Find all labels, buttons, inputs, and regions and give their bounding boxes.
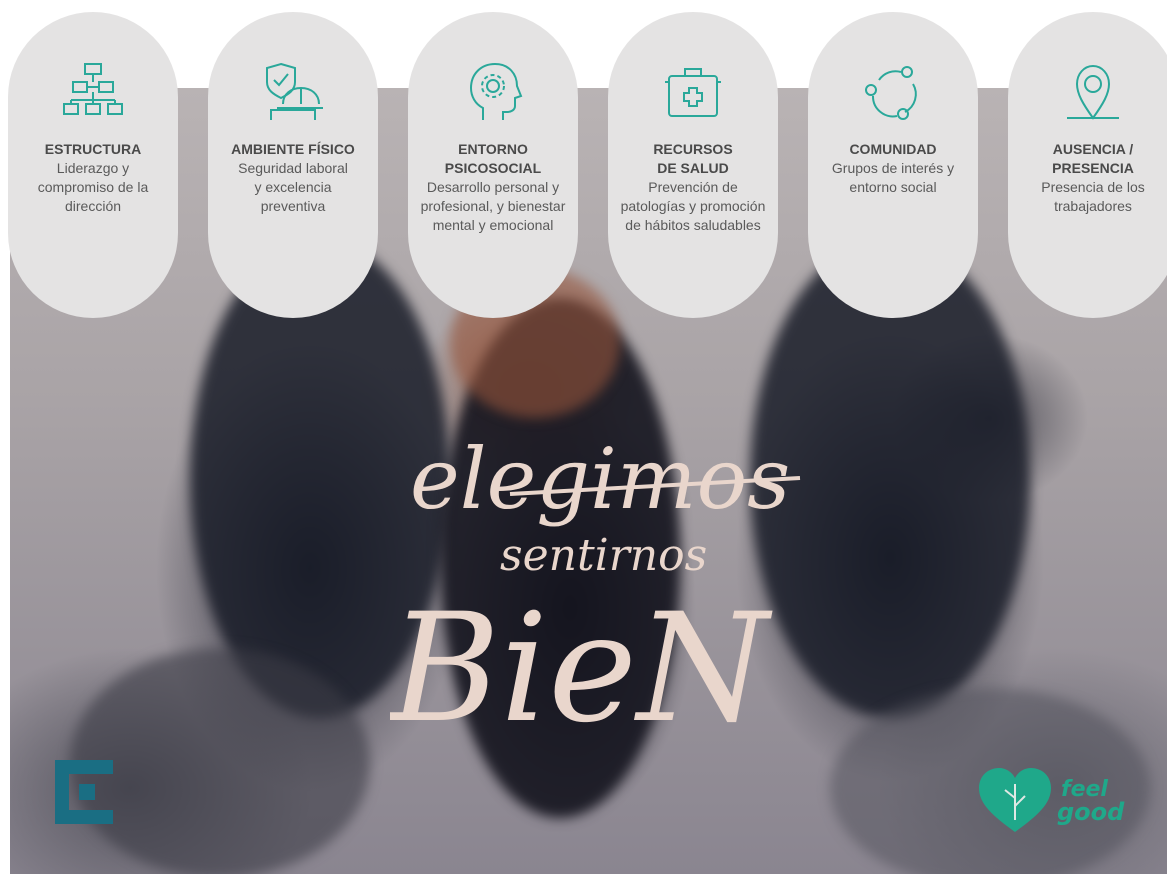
- pillar-description: Desarrollo personal y profesional, y bie…: [420, 179, 566, 233]
- slogan-line-2: sentirnos: [500, 530, 707, 581]
- head-gear-icon: [461, 60, 525, 124]
- slogan: elegimos sentirnos BieN: [387, 420, 830, 756]
- pillar-ausencia-presencia: AUSENCIA / PRESENCIA Presencia de los tr…: [1008, 12, 1167, 318]
- pillar-title: AMBIENTE FÍSICO: [231, 141, 355, 157]
- pillar-ambiente-fisico: AMBIENTE FÍSICO Seguridad laboral y exce…: [208, 12, 378, 318]
- pillar-description: Prevención de patologías y promoción de …: [620, 179, 766, 233]
- org-chart-icon: [61, 60, 125, 124]
- first-aid-kit-icon: [661, 60, 725, 124]
- community-circle-icon: [861, 60, 925, 124]
- company-logo: [55, 760, 113, 824]
- slogan-line-1: elegimos: [410, 430, 790, 528]
- pillars-row: ESTRUCTURA Liderazgo y compromiso de la …: [0, 0, 1167, 330]
- logo-text-good: good: [1057, 798, 1125, 826]
- slogan-line-3: BieN: [390, 582, 773, 740]
- pillar-description: Grupos de interés y entorno social: [831, 160, 955, 195]
- pillar-description: Liderazgo y compromiso de la dirección: [37, 160, 149, 214]
- pillar-entorno-psicosocial: ENTORNO PSICOSOCIAL Desarrollo personal …: [408, 12, 578, 318]
- pillar-estructura: ESTRUCTURA Liderazgo y compromiso de la …: [8, 12, 178, 318]
- location-pin-icon: [1061, 60, 1125, 124]
- pillar-title: COMUNIDAD: [849, 141, 937, 157]
- pillar-title: RECURSOS DE SALUD: [653, 141, 733, 176]
- pillar-title: ESTRUCTURA: [44, 141, 142, 157]
- safety-helmet-shield-icon: [261, 60, 325, 124]
- pillar-title: AUSENCIA / PRESENCIA: [1052, 141, 1134, 176]
- feel-good-logo: feel good: [975, 758, 1155, 838]
- pillar-comunidad: COMUNIDAD Grupos de interés y entorno so…: [808, 12, 978, 318]
- pillar-description: Seguridad laboral y excelencia preventiv…: [238, 160, 348, 214]
- pillar-title: ENTORNO PSICOSOCIAL: [444, 141, 542, 176]
- poster: ESTRUCTURA Liderazgo y compromiso de la …: [0, 0, 1167, 874]
- pillar-recursos-de-salud: RECURSOS DE SALUD Prevención de patologí…: [608, 12, 778, 318]
- pillar-description: Presencia de los trabajadores: [1041, 179, 1145, 214]
